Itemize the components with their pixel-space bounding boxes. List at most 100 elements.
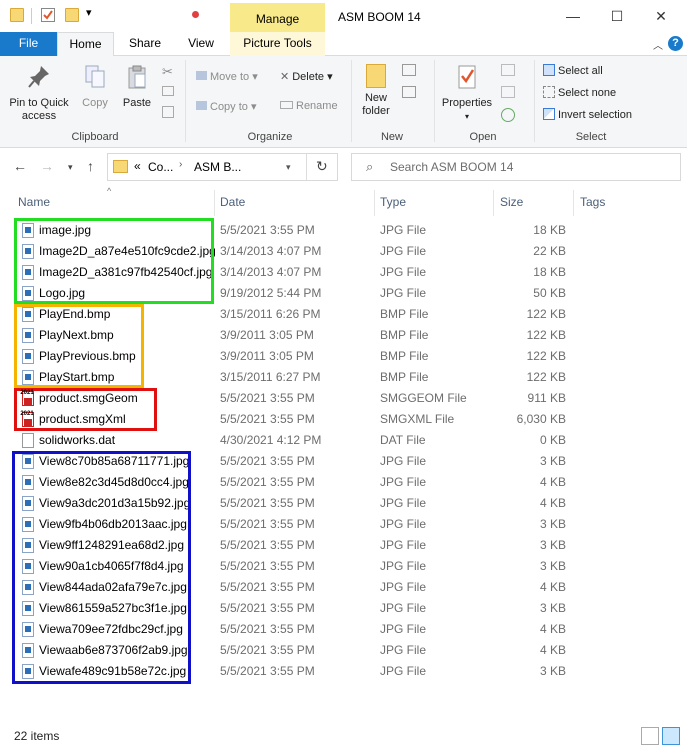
new-folder-button[interactable]: New folder bbox=[356, 64, 396, 118]
tab-picture-tools[interactable]: Picture Tools bbox=[230, 32, 325, 56]
image-file-icon bbox=[22, 517, 34, 532]
ribbon-collapse-icon[interactable]: ︿ bbox=[653, 37, 663, 52]
breadcrumb-item[interactable]: Co... bbox=[148, 160, 173, 174]
address-bar[interactable]: « Co... › ASM B... ▾ ↻ bbox=[107, 153, 338, 181]
file-row[interactable]: 2021 product.smgXml 5/5/2021 3:55 PM SMGXML… bbox=[0, 409, 687, 430]
forward-arrow-icon[interactable]: → bbox=[40, 158, 54, 174]
folder-icon bbox=[113, 160, 128, 173]
move-to-icon bbox=[196, 71, 207, 80]
select-none-icon bbox=[543, 86, 555, 98]
file-row[interactable]: image.jpg 5/5/2021 3:55 PM JPG File 18 KB bbox=[0, 220, 687, 241]
organize-group-label: Organize bbox=[247, 131, 293, 143]
pin-quick-access-button[interactable]: Pin to Quick access bbox=[6, 64, 72, 123]
copy-button[interactable]: Copy bbox=[76, 64, 114, 110]
move-to-button[interactable]: Move to ▾ bbox=[196, 70, 258, 83]
file-row[interactable]: 2021 product.smgGeom 5/5/2021 3:55 PM SMGGE… bbox=[0, 388, 687, 409]
history-icon[interactable] bbox=[501, 108, 515, 122]
open-icon[interactable] bbox=[501, 64, 515, 76]
new-folder-qat-icon[interactable] bbox=[65, 8, 79, 22]
file-row[interactable]: View90a1cb4065f7f8d4.jpg 5/5/2021 3:55 PM… bbox=[0, 556, 687, 577]
file-row[interactable]: Viewafe489c91b58e72c.jpg 5/5/2021 3:55 PM… bbox=[0, 661, 687, 682]
file-row[interactable]: View8e82c3d45d8d0cc4.jpg 5/5/2021 3:55 PM… bbox=[0, 472, 687, 493]
paste-button[interactable]: Paste bbox=[118, 64, 156, 110]
open-group-label: Open bbox=[469, 131, 497, 143]
file-row[interactable]: View8c70b85a68711771.jpg 5/5/2021 3:55 PM… bbox=[0, 451, 687, 472]
file-row[interactable]: PlayEnd.bmp 3/15/2011 6:26 PM BMP File 122 … bbox=[0, 304, 687, 325]
paste-shortcut-icon[interactable] bbox=[162, 106, 174, 118]
column-name[interactable]: Name bbox=[18, 195, 50, 209]
file-row[interactable]: Image2D_a381c97fb42540cf.jpg 3/14/2013 4:… bbox=[0, 262, 687, 283]
file-size: 3 KB bbox=[539, 601, 566, 615]
file-name: image.jpg bbox=[39, 223, 92, 237]
file-row[interactable]: solidworks.dat 4/30/2021 4:12 PM DAT File 0… bbox=[0, 430, 687, 451]
file-name: product.smgGeom bbox=[39, 391, 138, 405]
details-view-icon[interactable] bbox=[641, 727, 659, 745]
recent-locations-icon[interactable]: ▾ bbox=[68, 162, 73, 173]
file-row[interactable]: View9fb4b06db2013aac.jpg 5/5/2021 3:55 PM… bbox=[0, 514, 687, 535]
file-row[interactable]: View861559a527bc3f1e.jpg 5/5/2021 3:55 PM… bbox=[0, 598, 687, 619]
generic-file-icon bbox=[22, 433, 34, 448]
properties-button[interactable]: Properties ▾ bbox=[438, 64, 496, 123]
file-row[interactable]: View9a3dc201d3a15b92.jpg 5/5/2021 3:55 PM… bbox=[0, 493, 687, 514]
file-row[interactable]: Viewa709ee72fdbc29cf.jpg 5/5/2021 3:55 PM… bbox=[0, 619, 687, 640]
invert-selection-label: Invert selection bbox=[558, 109, 632, 121]
minimize-button[interactable]: — bbox=[553, 4, 593, 28]
file-row[interactable]: PlayStart.bmp 3/15/2011 6:27 PM BMP File 12… bbox=[0, 367, 687, 388]
column-date[interactable]: Date bbox=[220, 195, 245, 209]
delete-button[interactable]: ✕ Delete ▾ bbox=[280, 70, 333, 83]
tab-view[interactable]: View bbox=[177, 32, 225, 56]
file-name: PlayPrevious.bmp bbox=[39, 349, 136, 363]
refresh-icon[interactable]: ↻ bbox=[316, 158, 328, 175]
rename-button[interactable]: Rename bbox=[280, 100, 338, 112]
column-type[interactable]: Type bbox=[380, 195, 406, 209]
cut-icon[interactable]: ✂ bbox=[162, 64, 173, 80]
file-size: 3 KB bbox=[539, 664, 566, 678]
copy-path-icon[interactable] bbox=[162, 86, 174, 96]
file-name: Logo.jpg bbox=[39, 286, 86, 300]
column-tags[interactable]: Tags bbox=[580, 195, 605, 209]
column-divider[interactable] bbox=[493, 190, 494, 216]
file-row[interactable]: PlayNext.bmp 3/9/2011 3:05 PM BMP File 122 … bbox=[0, 325, 687, 346]
breadcrumb-item[interactable]: ASM B... bbox=[194, 160, 241, 174]
maximize-button[interactable]: ☐ bbox=[597, 4, 637, 28]
file-row[interactable]: View9ff1248291ea68d2.jpg 5/5/2021 3:55 PM… bbox=[0, 535, 687, 556]
tab-share[interactable]: Share bbox=[120, 32, 170, 56]
file-date: 5/5/2021 3:55 PM bbox=[220, 412, 315, 426]
file-row[interactable]: View844ada02afa79e7c.jpg 5/5/2021 3:55 PM… bbox=[0, 577, 687, 598]
help-icon[interactable]: ? bbox=[668, 36, 683, 51]
file-type: BMP File bbox=[380, 349, 429, 363]
rename-label: Rename bbox=[296, 100, 338, 112]
invert-selection-button[interactable]: Invert selection bbox=[543, 108, 632, 121]
easy-access-icon[interactable] bbox=[402, 86, 416, 98]
file-row[interactable]: Image2D_a87e4e510fc9cde2.jpg 3/14/2013 4:… bbox=[0, 241, 687, 262]
file-row[interactable]: PlayPrevious.bmp 3/9/2011 3:05 PM BMP File… bbox=[0, 346, 687, 367]
tab-home[interactable]: Home bbox=[57, 32, 114, 57]
copy-to-button[interactable]: Copy to ▾ bbox=[196, 100, 257, 113]
column-divider[interactable] bbox=[214, 190, 215, 216]
edit-icon[interactable] bbox=[501, 86, 515, 98]
back-arrow-icon[interactable]: ← bbox=[13, 158, 27, 174]
breadcrumb-overflow[interactable]: « bbox=[134, 159, 141, 173]
tab-file[interactable]: File bbox=[0, 32, 57, 56]
up-arrow-icon[interactable]: ↑ bbox=[87, 158, 94, 174]
select-none-button[interactable]: Select none bbox=[543, 86, 616, 99]
file-row[interactable]: Viewaab6e873706f2ab9.jpg 5/5/2021 3:55 PM… bbox=[0, 640, 687, 661]
column-divider[interactable] bbox=[374, 190, 375, 216]
search-box[interactable]: ⌕ Search ASM BOOM 14 bbox=[351, 153, 681, 181]
column-size[interactable]: Size bbox=[500, 195, 523, 209]
select-all-button[interactable]: Select all bbox=[543, 64, 603, 77]
file-date: 5/5/2021 3:55 PM bbox=[220, 559, 315, 573]
file-row[interactable]: Logo.jpg 9/19/2012 5:44 PM JPG File 50 KB bbox=[0, 283, 687, 304]
properties-check-icon[interactable] bbox=[41, 8, 55, 22]
qat-customize-icon[interactable]: ▾ bbox=[86, 6, 92, 19]
address-dropdown-icon[interactable]: ▾ bbox=[286, 162, 291, 173]
column-divider[interactable] bbox=[573, 190, 574, 216]
new-item-icon[interactable] bbox=[402, 64, 416, 76]
breadcrumb-separator-icon[interactable]: › bbox=[179, 159, 182, 170]
file-size: 0 KB bbox=[539, 433, 566, 447]
close-button[interactable]: ✕ bbox=[641, 4, 681, 28]
large-icons-view-icon[interactable] bbox=[662, 727, 680, 745]
manage-tab[interactable]: Manage bbox=[230, 3, 325, 32]
file-name: PlayEnd.bmp bbox=[39, 307, 111, 321]
file-name: View90a1cb4065f7f8d4.jpg bbox=[39, 559, 184, 573]
